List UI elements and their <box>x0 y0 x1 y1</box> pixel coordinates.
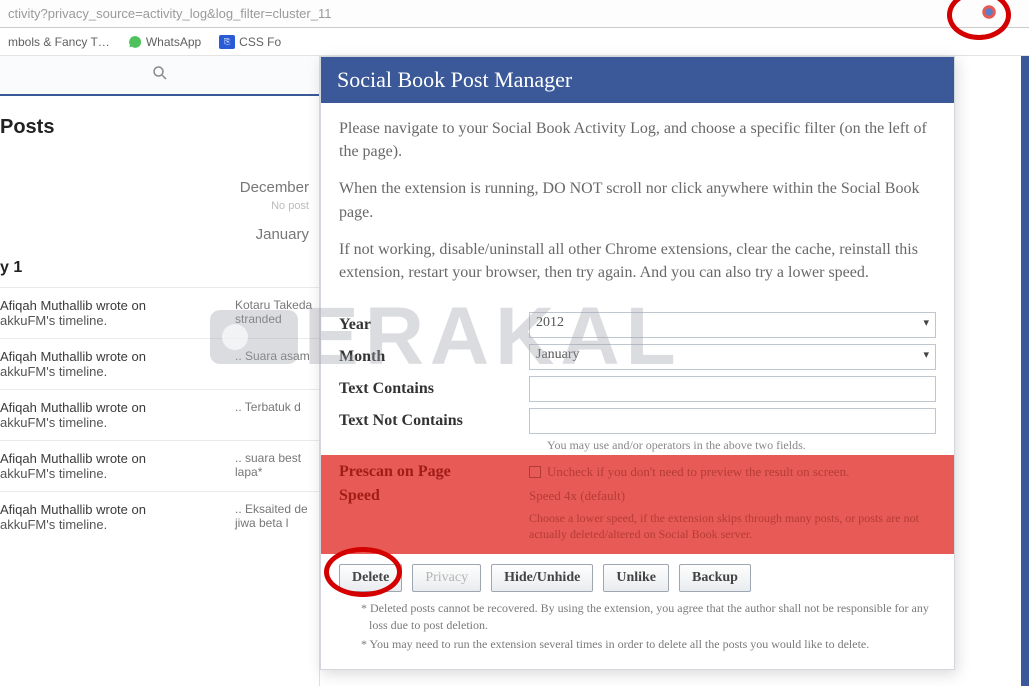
list-item[interactable]: Afiqah Muthallib wrote on akkuFM's timel… <box>0 389 319 440</box>
list-item[interactable]: Afiqah Muthallib wrote on akkuFM's timel… <box>0 491 319 542</box>
activity-target: akkuFM's timeline. <box>0 466 146 481</box>
whatsapp-icon <box>128 35 142 49</box>
activity-target: akkuFM's timeline. <box>0 415 146 430</box>
action-buttons-row: Delete Privacy Hide/Unhide Unlike Backup <box>321 554 954 598</box>
popup-instructions: Please navigate to your Social Book Acti… <box>321 103 954 308</box>
month-december-sub: No post <box>0 200 309 212</box>
backup-button[interactable]: Backup <box>679 564 751 592</box>
highlighted-settings: Prescan on Page Uncheck if you don't nee… <box>321 455 954 554</box>
activity-author: Afiqah Muthallib wrote on <box>0 298 146 313</box>
right-panel: Social Book Post Manager Please navigate… <box>320 56 1029 686</box>
instruction-paragraph: If not working, disable/uninstall all ot… <box>339 238 936 284</box>
year-select[interactable]: 2012 <box>529 312 936 338</box>
activity-preview-line: Kotaru Takeda <box>235 298 315 312</box>
bookmark-label: mbols & Fancy T… <box>8 35 110 49</box>
css-icon: ⎘ <box>219 35 235 49</box>
activity-preview-line: .. Terbatuk d <box>235 400 315 414</box>
footnotes: * Deleted posts cannot be recovered. By … <box>321 598 954 668</box>
popup-form: Year 2012 Month January Text Contains Te… <box>321 308 954 453</box>
bookmark-label: CSS Fo <box>239 35 281 49</box>
bookmark-item[interactable]: WhatsApp <box>128 35 201 49</box>
speed-select[interactable]: Speed 4x (default) <box>529 488 936 504</box>
year-row: y 1 <box>0 259 319 277</box>
speed-helper: Choose a lower speed, if the extension s… <box>529 511 936 542</box>
activity-preview-line: stranded <box>235 312 315 326</box>
prescan-checkbox[interactable] <box>529 466 541 478</box>
fb-search-bar[interactable] <box>0 56 319 96</box>
delete-button[interactable]: Delete <box>339 564 402 592</box>
text-contains-label: Text Contains <box>339 380 529 398</box>
bookmark-label: WhatsApp <box>146 35 201 49</box>
bookmark-item[interactable]: mbols & Fancy T… <box>8 35 110 49</box>
instruction-paragraph: Please navigate to your Social Book Acti… <box>339 117 936 163</box>
hide-unhide-button[interactable]: Hide/Unhide <box>491 564 593 592</box>
activity-target: akkuFM's timeline. <box>0 313 146 328</box>
activity-list: Afiqah Muthallib wrote on akkuFM's timel… <box>0 287 319 542</box>
activity-author: Afiqah Muthallib wrote on <box>0 502 146 517</box>
year-label: Year <box>339 316 529 334</box>
privacy-button[interactable]: Privacy <box>412 564 481 592</box>
month-label: Month <box>339 348 529 366</box>
activity-preview-line: jiwa beta l <box>235 516 315 530</box>
browser-url-bar[interactable]: ctivity?privacy_source=activity_log&log_… <box>0 0 1029 28</box>
footnote: * You may need to run the extension seve… <box>361 636 936 653</box>
unlike-button[interactable]: Unlike <box>603 564 669 592</box>
main-area: Posts December No post January y 1 Afiqa… <box>0 56 1029 686</box>
bookmarks-bar: mbols & Fancy T… WhatsApp ⎘ CSS Fo <box>0 28 1029 56</box>
activity-preview-line: .. Eksaited de <box>235 502 315 516</box>
month-december[interactable]: December <box>0 179 309 196</box>
extension-popup: Social Book Post Manager Please navigate… <box>320 56 955 670</box>
year-value: 2012 <box>536 315 564 330</box>
activity-target: akkuFM's timeline. <box>0 364 146 379</box>
activity-author: Afiqah Muthallib wrote on <box>0 400 146 415</box>
speed-label: Speed <box>339 487 529 505</box>
activity-preview-line: lapa* <box>235 465 315 479</box>
month-value: January <box>536 347 580 362</box>
url-text: ctivity?privacy_source=activity_log&log_… <box>8 6 331 21</box>
extension-icon[interactable] <box>979 2 999 22</box>
bookmark-item[interactable]: ⎘ CSS Fo <box>219 35 281 49</box>
list-item[interactable]: Afiqah Muthallib wrote on akkuFM's timel… <box>0 338 319 389</box>
month-january[interactable]: January <box>0 226 309 243</box>
activity-preview-line: .. Suara asam <box>235 349 315 363</box>
activity-log-panel: Posts December No post January y 1 Afiqa… <box>0 56 320 686</box>
activity-author: Afiqah Muthallib wrote on <box>0 451 146 466</box>
posts-heading: Posts <box>0 96 319 149</box>
list-item[interactable]: Afiqah Muthallib wrote on akkuFM's timel… <box>0 287 319 338</box>
text-not-contains-label: Text Not Contains <box>339 412 529 430</box>
andor-helper: You may use and/or operators in the abov… <box>547 438 936 453</box>
activity-author: Afiqah Muthallib wrote on <box>0 349 146 364</box>
month-select[interactable]: January <box>529 344 936 370</box>
footnote: * Deleted posts cannot be recovered. By … <box>361 600 936 634</box>
search-icon <box>151 64 169 87</box>
activity-preview-line: .. suara best <box>235 451 315 465</box>
popup-title: Social Book Post Manager <box>321 57 954 103</box>
prescan-label: Prescan on Page <box>339 463 529 481</box>
list-item[interactable]: Afiqah Muthallib wrote on akkuFM's timel… <box>0 440 319 491</box>
instruction-paragraph: When the extension is running, DO NOT sc… <box>339 177 936 223</box>
text-contains-input[interactable] <box>529 376 936 402</box>
text-not-contains-input[interactable] <box>529 408 936 434</box>
speed-value: Speed 4x (default) <box>529 488 625 503</box>
activity-target: akkuFM's timeline. <box>0 517 146 532</box>
prescan-helper: Uncheck if you don't need to preview the… <box>547 464 849 480</box>
